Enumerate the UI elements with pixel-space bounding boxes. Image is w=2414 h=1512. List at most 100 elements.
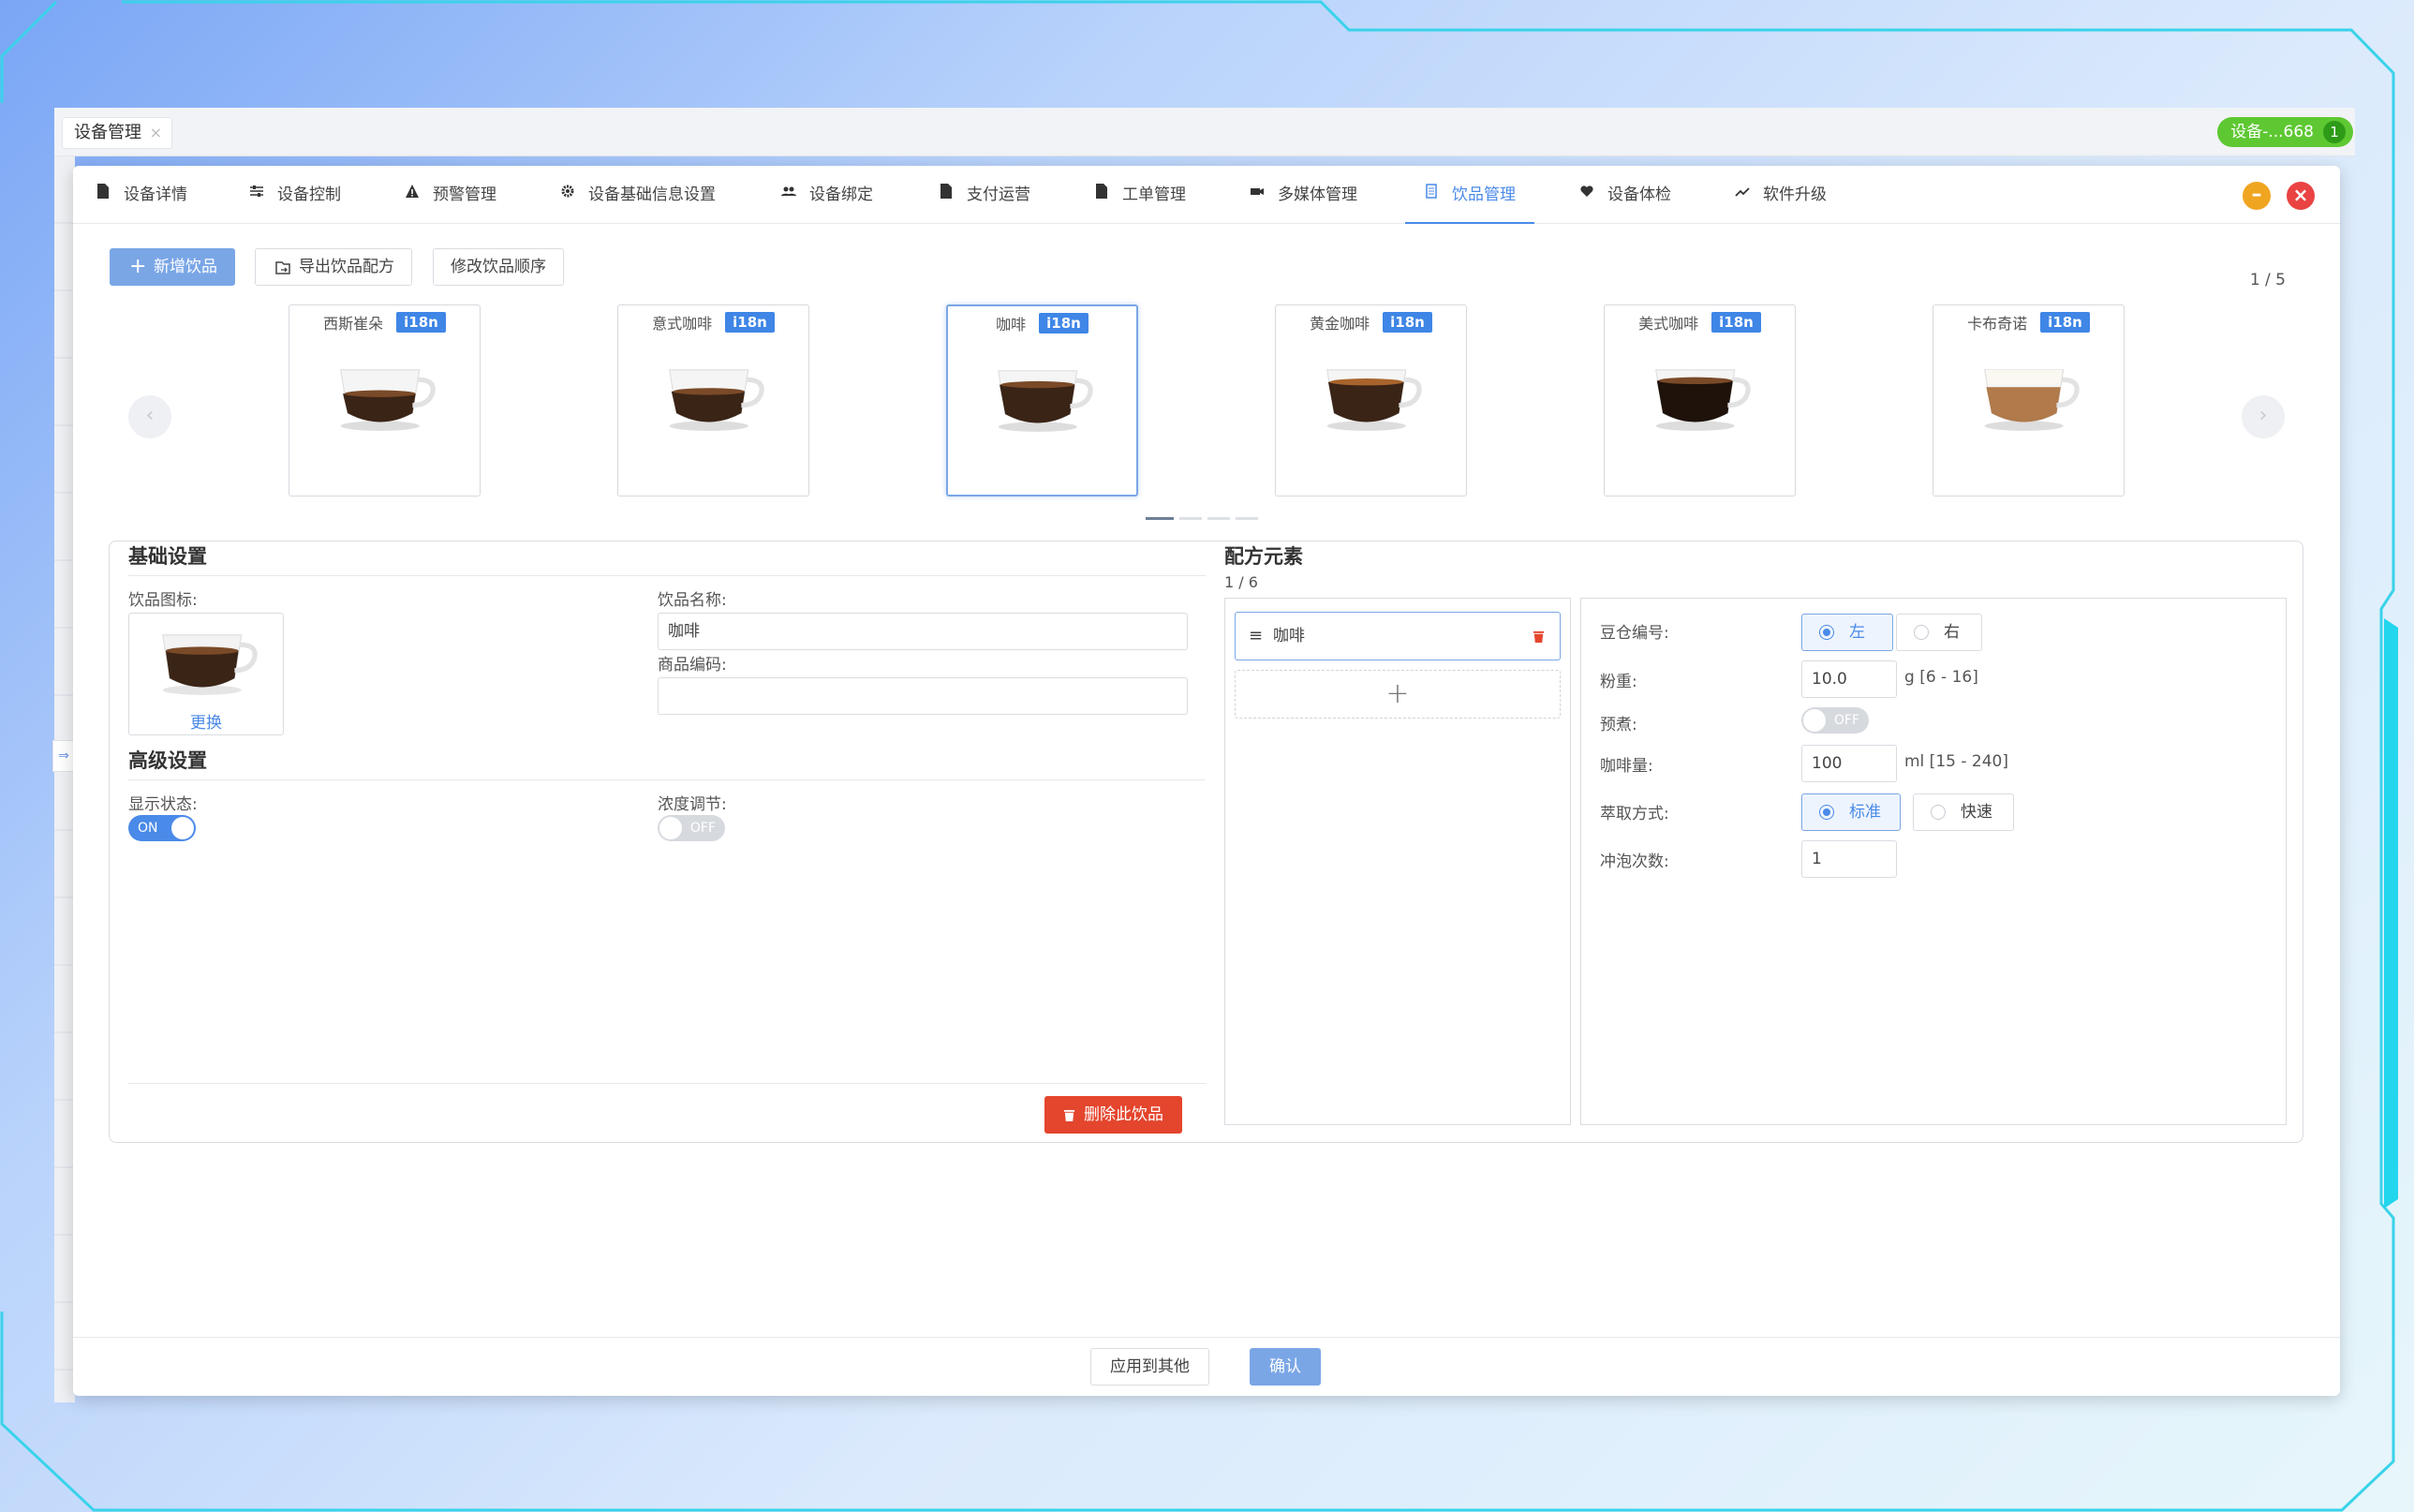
carousel-dot[interactable]: [1179, 517, 1202, 520]
i18n-badge[interactable]: i18n: [1383, 312, 1432, 333]
tab-label: 软件升级: [1763, 185, 1827, 204]
product-code-input[interactable]: [658, 677, 1188, 715]
tab-label: 多媒体管理: [1278, 185, 1357, 204]
edit-order-button[interactable]: 修改饮品顺序: [433, 248, 564, 286]
display-status-label: 显示状态:: [128, 795, 198, 814]
i18n-badge[interactable]: i18n: [2040, 312, 2090, 333]
carousel-next-button[interactable]: ›: [2242, 395, 2285, 438]
users-icon: [781, 186, 796, 196]
powder-weight-input[interactable]: 10.0: [1801, 660, 1897, 698]
device-badge[interactable]: 设备-...668 1: [2217, 117, 2353, 147]
brew-count-input[interactable]: 1: [1801, 840, 1897, 878]
carousel-dot-active[interactable]: [1146, 517, 1174, 520]
strength-adjust-label: 浓度调节:: [658, 795, 727, 814]
drink-card[interactable]: 西斯崔朵 i18n: [289, 304, 481, 497]
video-icon: [1251, 188, 1264, 195]
divider: [128, 779, 1206, 780]
plus-icon: +: [129, 255, 147, 278]
close-icon[interactable]: ×: [150, 118, 162, 148]
i18n-badge[interactable]: i18n: [396, 312, 446, 333]
radio-label: 右: [1944, 623, 1960, 642]
drink-dialog: 设备详情 设备控制 预警管理 设备基础信息设置 设备绑定 支付运营 工单管理 多…: [73, 166, 2340, 1396]
drink-card-header: 意式咖啡 i18n: [618, 311, 808, 334]
background-list: [54, 156, 75, 1402]
tab-device-control[interactable]: 设备控制: [249, 181, 341, 224]
tab-drink-management[interactable]: 饮品管理: [1405, 181, 1534, 224]
tab-software-upgrade[interactable]: 软件升级: [1735, 181, 1827, 224]
drink-name-input[interactable]: 咖啡: [658, 613, 1188, 650]
tab-device-checkup[interactable]: 设备体检: [1579, 181, 1671, 224]
pre-infusion-toggle[interactable]: OFF: [1801, 707, 1869, 734]
carousel-dot[interactable]: [1236, 517, 1258, 520]
carousel-page-indicator: 1 / 5: [2249, 271, 2286, 289]
strength-adjust-toggle[interactable]: OFF: [658, 815, 725, 841]
extraction-fast-radio[interactable]: 快速: [1913, 793, 2014, 831]
divider: [128, 575, 1206, 576]
drink-name-label: 饮品名称:: [658, 591, 727, 610]
edit-order-label: 修改饮品顺序: [451, 258, 546, 276]
add-drink-button[interactable]: + 新增饮品: [110, 248, 235, 286]
i18n-badge[interactable]: i18n: [725, 312, 775, 333]
tab-basic-info-settings[interactable]: 设备基础信息设置: [560, 181, 716, 224]
drag-handle-icon[interactable]: ≡: [1249, 613, 1263, 660]
i18n-badge[interactable]: i18n: [1039, 313, 1089, 334]
tab-label: 设备控制: [277, 185, 341, 204]
trash-icon: [1063, 1109, 1075, 1121]
delete-drink-label: 删除此饮品: [1084, 1105, 1163, 1124]
confirm-label: 确认: [1269, 1357, 1301, 1376]
drink-card[interactable]: 美式咖啡 i18n: [1604, 304, 1796, 497]
export-recipe-button[interactable]: 导出饮品配方: [255, 248, 412, 286]
drink-card[interactable]: 卡布奇诺 i18n: [1933, 304, 2125, 497]
carousel-dot[interactable]: [1207, 517, 1230, 520]
trash-icon[interactable]: [1533, 630, 1545, 644]
outer-tab-bar: 设备管理 × 设备-...668 1: [54, 108, 2355, 156]
minimize-icon[interactable]: –: [2243, 182, 2271, 210]
tab-bar: 设备详情 设备控制 预警管理 设备基础信息设置 设备绑定 支付运营 工单管理 多…: [73, 166, 2340, 224]
document-icon: [1426, 184, 1437, 199]
bean-bin-right-radio[interactable]: 右: [1896, 614, 1982, 651]
delete-drink-button[interactable]: 删除此饮品: [1044, 1096, 1182, 1134]
replace-icon-link[interactable]: 更换: [129, 709, 283, 733]
coffee-cup-icon: [668, 369, 764, 431]
add-drink-label: 新增饮品: [154, 258, 217, 276]
coffee-cup-icon: [997, 370, 1093, 432]
tab-work-orders[interactable]: 工单管理: [1094, 181, 1186, 224]
display-status-toggle[interactable]: ON: [128, 815, 196, 841]
radio-dot: [1819, 625, 1834, 640]
add-recipe-element-button[interactable]: +: [1235, 670, 1561, 719]
i18n-badge[interactable]: i18n: [1711, 312, 1761, 333]
coffee-volume-input[interactable]: 100: [1801, 745, 1897, 782]
expand-handle-icon[interactable]: ⇒: [52, 740, 75, 772]
tab-warning-management[interactable]: 预警管理: [405, 181, 496, 224]
trend-icon: [1735, 187, 1750, 197]
close-icon[interactable]: ×: [2287, 182, 2315, 210]
tab-label: 设备基础信息设置: [588, 185, 716, 204]
pre-infusion-label: 预煮:: [1600, 716, 1637, 734]
outer-tab-device-management[interactable]: 设备管理 ×: [62, 117, 172, 149]
tab-device-binding[interactable]: 设备绑定: [781, 181, 873, 224]
drink-card-name: 黄金咖啡: [1310, 315, 1370, 333]
tab-multimedia[interactable]: 多媒体管理: [1250, 181, 1357, 224]
tab-device-details[interactable]: 设备详情: [96, 181, 187, 224]
drink-card[interactable]: 黄金咖啡 i18n: [1275, 304, 1467, 497]
tab-payment-operations[interactable]: 支付运营: [939, 181, 1030, 224]
carousel-prev-button[interactable]: ‹: [128, 395, 171, 438]
device-badge-label: 设备-...668: [2230, 123, 2314, 141]
drink-card-name: 西斯崔朵: [323, 315, 384, 333]
toggle-knob: [1803, 709, 1826, 732]
drink-card[interactable]: 意式咖啡 i18n: [617, 304, 809, 497]
heart-icon: [1580, 185, 1593, 197]
warning-icon: [406, 185, 419, 198]
apply-to-others-button[interactable]: 应用到其他: [1090, 1348, 1209, 1386]
drink-card-header: 美式咖啡 i18n: [1605, 311, 1795, 334]
drink-card[interactable]: 咖啡 i18n: [946, 304, 1138, 497]
extraction-mode-label: 萃取方式:: [1600, 805, 1669, 823]
tab-label: 工单管理: [1122, 185, 1186, 204]
gear-icon: [561, 185, 574, 198]
drink-card-header: 西斯崔朵 i18n: [289, 311, 480, 334]
recipe-element-item[interactable]: ≡ 咖啡: [1235, 612, 1561, 660]
confirm-button[interactable]: 确认: [1250, 1348, 1321, 1386]
extraction-standard-radio[interactable]: 标准: [1801, 793, 1901, 831]
bean-bin-left-radio[interactable]: 左: [1801, 614, 1893, 651]
file-icon: [97, 184, 109, 199]
